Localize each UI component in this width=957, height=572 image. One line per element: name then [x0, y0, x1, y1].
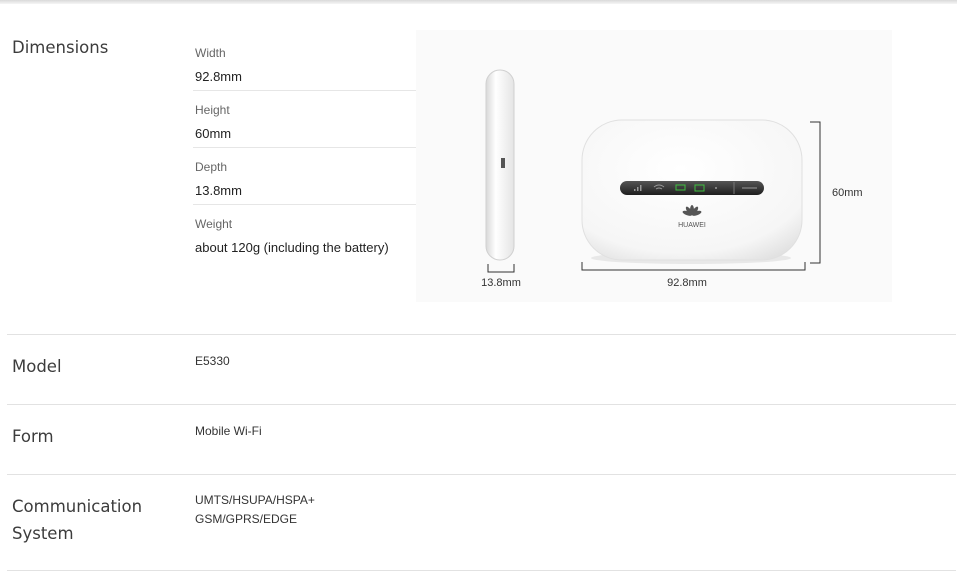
device-side-view [485, 69, 515, 261]
spec-label-height: Height [195, 103, 230, 117]
spec-label-width: Width [195, 46, 226, 60]
form-value: Mobile Wi-Fi [195, 424, 262, 438]
section-title-communication-line2: System [12, 524, 74, 543]
spec-value-depth: 13.8mm [195, 183, 242, 198]
section-title-dimensions: Dimensions [12, 38, 109, 57]
section-divider [7, 570, 956, 571]
dimension-label-width: 92.8mm [667, 277, 707, 289]
section-title-model: Model [12, 357, 62, 376]
spec-divider [193, 90, 416, 91]
section-divider [7, 334, 956, 335]
communication-line: UMTS/HSUPA/HSPA+ [195, 493, 315, 507]
device-illustration: 13.8mm HUAWEI 92.8mm 60mm [481, 69, 863, 289]
spec-value-width: 92.8mm [195, 69, 242, 84]
spec-divider [193, 147, 416, 148]
dimension-label-height: 60mm [832, 187, 863, 199]
section-divider [7, 474, 956, 475]
spec-value-weight: about 120g (including the battery) [195, 240, 389, 255]
brand-logo-text: HUAWEI [678, 222, 706, 229]
section-title-communication-line1: Communication [12, 497, 143, 516]
dimension-label-depth: 13.8mm [481, 277, 521, 289]
section-title-communication: Communication System [12, 493, 142, 547]
spec-label-depth: Depth [195, 160, 228, 174]
top-shadow-bar [0, 0, 957, 4]
communication-values: UMTS/HSUPA/HSPA+ GSM/GPRS/EDGE [195, 491, 315, 529]
model-value: E5330 [195, 354, 230, 368]
spec-value-height: 60mm [195, 126, 232, 141]
section-title-form: Form [12, 427, 54, 446]
device-dimension-figure: 13.8mm HUAWEI 92.8mm 60mm [416, 30, 892, 302]
section-divider [7, 404, 956, 405]
device-front-view: HUAWEI [581, 119, 803, 264]
spec-label-weight: Weight [195, 217, 233, 231]
spec-divider [193, 204, 416, 205]
communication-line: GSM/GPRS/EDGE [195, 512, 298, 526]
